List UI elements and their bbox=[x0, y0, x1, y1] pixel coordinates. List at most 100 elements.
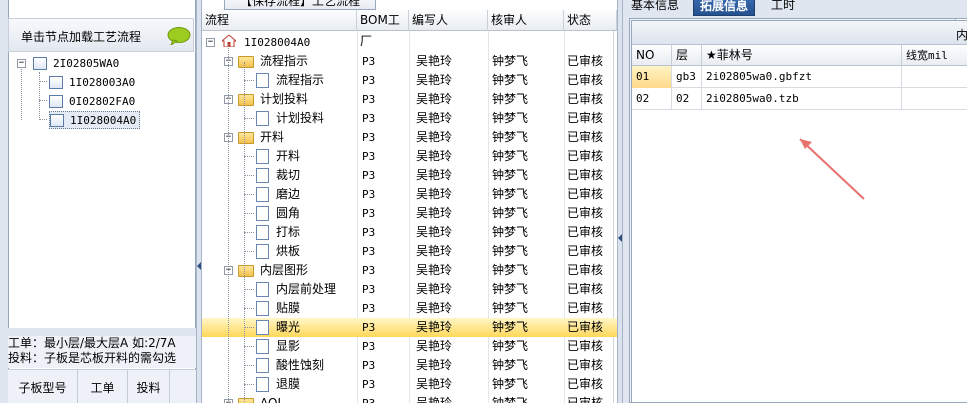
tree-line bbox=[244, 118, 254, 119]
film-width-cell[interactable] bbox=[902, 66, 967, 88]
tree-line bbox=[244, 251, 254, 252]
status: 已审核 bbox=[567, 396, 604, 403]
bom-factory: P3 bbox=[362, 150, 376, 163]
process-row[interactable]: 显影 P3 吴艳玲 钟梦飞 已审核 bbox=[202, 337, 617, 356]
model-tree: − 2I02805WA0 1I028003A0 0I02802FA0 1I028… bbox=[0, 54, 196, 330]
process-row[interactable]: −AOIP3吴艳玲钟梦飞已审核 bbox=[202, 394, 617, 403]
process-row[interactable]: 圆角 P3 吴艳玲 钟梦飞 已审核 bbox=[202, 204, 617, 223]
load-process-label: 单击节点加载工艺流程 bbox=[21, 30, 142, 44]
collapse-arrow-icon[interactable] bbox=[197, 262, 201, 270]
tree-line bbox=[244, 346, 254, 347]
process-name: 流程指示 bbox=[260, 54, 309, 68]
film-width-cell[interactable] bbox=[902, 88, 967, 110]
process-row[interactable]: 酸性蚀刻 P3 吴艳玲 钟梦飞 已审核 bbox=[202, 356, 617, 375]
process-row[interactable]: 退膜 P3 吴艳玲 钟梦飞 已审核 bbox=[202, 375, 617, 394]
status: 已审核 bbox=[567, 168, 604, 182]
folder-icon bbox=[238, 132, 254, 144]
hint-line: 投料：子板是芯板开料的需勾选 bbox=[8, 351, 177, 365]
film-layer-cell[interactable]: gb3 bbox=[672, 66, 702, 88]
process-row[interactable]: − 流程指示 P3 吴艳玲 钟梦飞 已审核 bbox=[202, 52, 617, 71]
tab-extended-info[interactable]: 拓展信息 bbox=[693, 0, 756, 16]
author: 吴艳玲 bbox=[416, 168, 453, 182]
film-row[interactable]: 02 02 2i02805wa0.tzb bbox=[632, 88, 967, 110]
process-row[interactable]: 流程指示 P3 吴艳玲 钟梦飞 已审核 bbox=[202, 71, 617, 90]
author: 吴艳玲 bbox=[416, 149, 453, 163]
left-tabs: 子板型号 工单 投料 bbox=[8, 369, 196, 403]
film-grid-header: NO 层 ★菲林号 线宽mil bbox=[632, 45, 967, 66]
save-process-button[interactable]: 【保存流程】工艺流程 bbox=[224, 0, 376, 10]
process-row[interactable]: 烘板 P3 吴艳玲 钟梦飞 已审核 bbox=[202, 242, 617, 261]
process-row[interactable]: 贴膜 P3 吴艳玲 钟梦飞 已审核 bbox=[202, 299, 617, 318]
process-row[interactable]: 开料 P3 吴艳玲 钟梦飞 已审核 bbox=[202, 147, 617, 166]
model-doc-icon bbox=[50, 113, 64, 127]
tab-feeding[interactable]: 投料 bbox=[128, 370, 170, 403]
folder-icon bbox=[238, 94, 254, 106]
tree-node[interactable]: 1I028003A0 bbox=[49, 73, 135, 91]
film-no-cell[interactable]: 01 bbox=[632, 66, 672, 88]
col-header-status[interactable]: 状态 bbox=[564, 10, 617, 31]
process-row[interactable]: 打标 P3 吴艳玲 钟梦飞 已审核 bbox=[202, 223, 617, 242]
process-row[interactable]: 磨边 P3 吴艳玲 钟梦飞 已审核 bbox=[202, 185, 617, 204]
process-name: 内层图形 bbox=[260, 263, 309, 277]
tab-basic-info[interactable]: 基本信息 bbox=[625, 0, 685, 16]
author: 吴艳玲 bbox=[416, 111, 453, 125]
col-header-film-no[interactable]: ★菲林号 bbox=[702, 45, 902, 66]
tree-line bbox=[244, 194, 254, 195]
film-row[interactable]: 01 gb3 2i02805wa0.gbfzt bbox=[632, 66, 967, 88]
tab-work-order[interactable]: 工单 bbox=[78, 370, 128, 403]
tab-sub-board-model[interactable]: 子板型号 bbox=[8, 370, 78, 403]
page-icon bbox=[256, 301, 269, 316]
page-icon bbox=[256, 168, 269, 183]
reviewer: 钟梦飞 bbox=[492, 301, 529, 315]
model-doc-icon bbox=[49, 75, 63, 89]
tree-node-selected[interactable]: 1I028004A0 bbox=[49, 111, 141, 129]
collapse-arrow-icon[interactable] bbox=[618, 234, 622, 242]
col-header-no[interactable]: NO bbox=[632, 45, 672, 66]
process-row[interactable]: − 内层图形 P3 吴艳玲 钟梦飞 已审核 bbox=[202, 261, 617, 280]
col-header-line-width[interactable]: 线宽mil bbox=[902, 45, 967, 66]
hint-text: 工单：最小层/最大层A 如:2/7A 投料：子板是芯板开料的需勾选 bbox=[8, 336, 196, 368]
process-row[interactable]: 裁切 P3 吴艳玲 钟梦飞 已审核 bbox=[202, 166, 617, 185]
status: 已审核 bbox=[567, 149, 604, 163]
author: 吴艳玲 bbox=[416, 54, 453, 68]
col-header-process[interactable]: 流程 bbox=[202, 10, 357, 31]
tree-expander[interactable]: − bbox=[17, 59, 26, 68]
film-grid: 内 NO 层 ★菲林号 线宽mil 01 gb3 2i02805wa0.gbfz… bbox=[631, 20, 967, 403]
col-header-bom[interactable]: BOM工厂 bbox=[357, 10, 409, 48]
process-row[interactable]: 计划投料 P3 吴艳玲 钟梦飞 已审核 bbox=[202, 109, 617, 128]
tree-node-label: 0I02802FA0 bbox=[69, 94, 136, 108]
author: 吴艳玲 bbox=[416, 396, 453, 403]
reviewer: 钟梦飞 bbox=[492, 206, 529, 220]
status: 已审核 bbox=[567, 206, 604, 220]
process-row[interactable]: − 计划投料 P3 吴艳玲 钟梦飞 已审核 bbox=[202, 90, 617, 109]
film-no-cell[interactable]: 02 bbox=[632, 88, 672, 110]
film-name-cell[interactable]: 2i02805wa0.gbfzt bbox=[702, 66, 902, 88]
tree-line bbox=[244, 156, 254, 157]
reviewer: 钟梦飞 bbox=[492, 149, 529, 163]
col-header-reviewer[interactable]: 核审人 bbox=[488, 10, 564, 31]
tree-expander[interactable]: − bbox=[206, 38, 215, 47]
tree-node-root[interactable]: 2I02805WA0 bbox=[33, 54, 119, 72]
author: 吴艳玲 bbox=[416, 358, 453, 372]
tab-work-hours[interactable]: 工时 bbox=[765, 0, 801, 16]
film-name-cell[interactable]: 2i02805wa0.tzb bbox=[702, 88, 902, 110]
process-row[interactable]: 曝光 P3 吴艳玲 钟梦飞 已审核 bbox=[202, 318, 617, 337]
process-name: 退膜 bbox=[276, 377, 301, 391]
page-icon bbox=[256, 282, 269, 297]
author: 吴艳玲 bbox=[416, 244, 453, 258]
status: 已审核 bbox=[567, 339, 604, 353]
process-row[interactable]: 内层前处理 P3 吴艳玲 钟梦飞 已审核 bbox=[202, 280, 617, 299]
film-layer-cell[interactable]: 02 bbox=[672, 88, 702, 110]
process-grid-header: 流程 BOM工厂 编写人 核审人 状态 bbox=[202, 10, 617, 48]
status: 已审核 bbox=[567, 320, 604, 334]
col-header-layer[interactable]: 层 bbox=[672, 45, 702, 66]
process-name: 显影 bbox=[276, 339, 301, 353]
annotation-arrow-icon bbox=[799, 138, 865, 200]
load-process-header[interactable]: 单击节点加载工艺流程 bbox=[8, 18, 194, 52]
process-root-row[interactable]: − 1I028004A0 bbox=[202, 33, 617, 52]
tree-node[interactable]: 0I02802FA0 bbox=[49, 92, 135, 110]
bom-factory: P3 bbox=[362, 74, 376, 87]
col-header-author[interactable]: 编写人 bbox=[409, 10, 488, 31]
process-row[interactable]: − 开料 P3 吴艳玲 钟梦飞 已审核 bbox=[202, 128, 617, 147]
process-name: 开料 bbox=[260, 130, 285, 144]
